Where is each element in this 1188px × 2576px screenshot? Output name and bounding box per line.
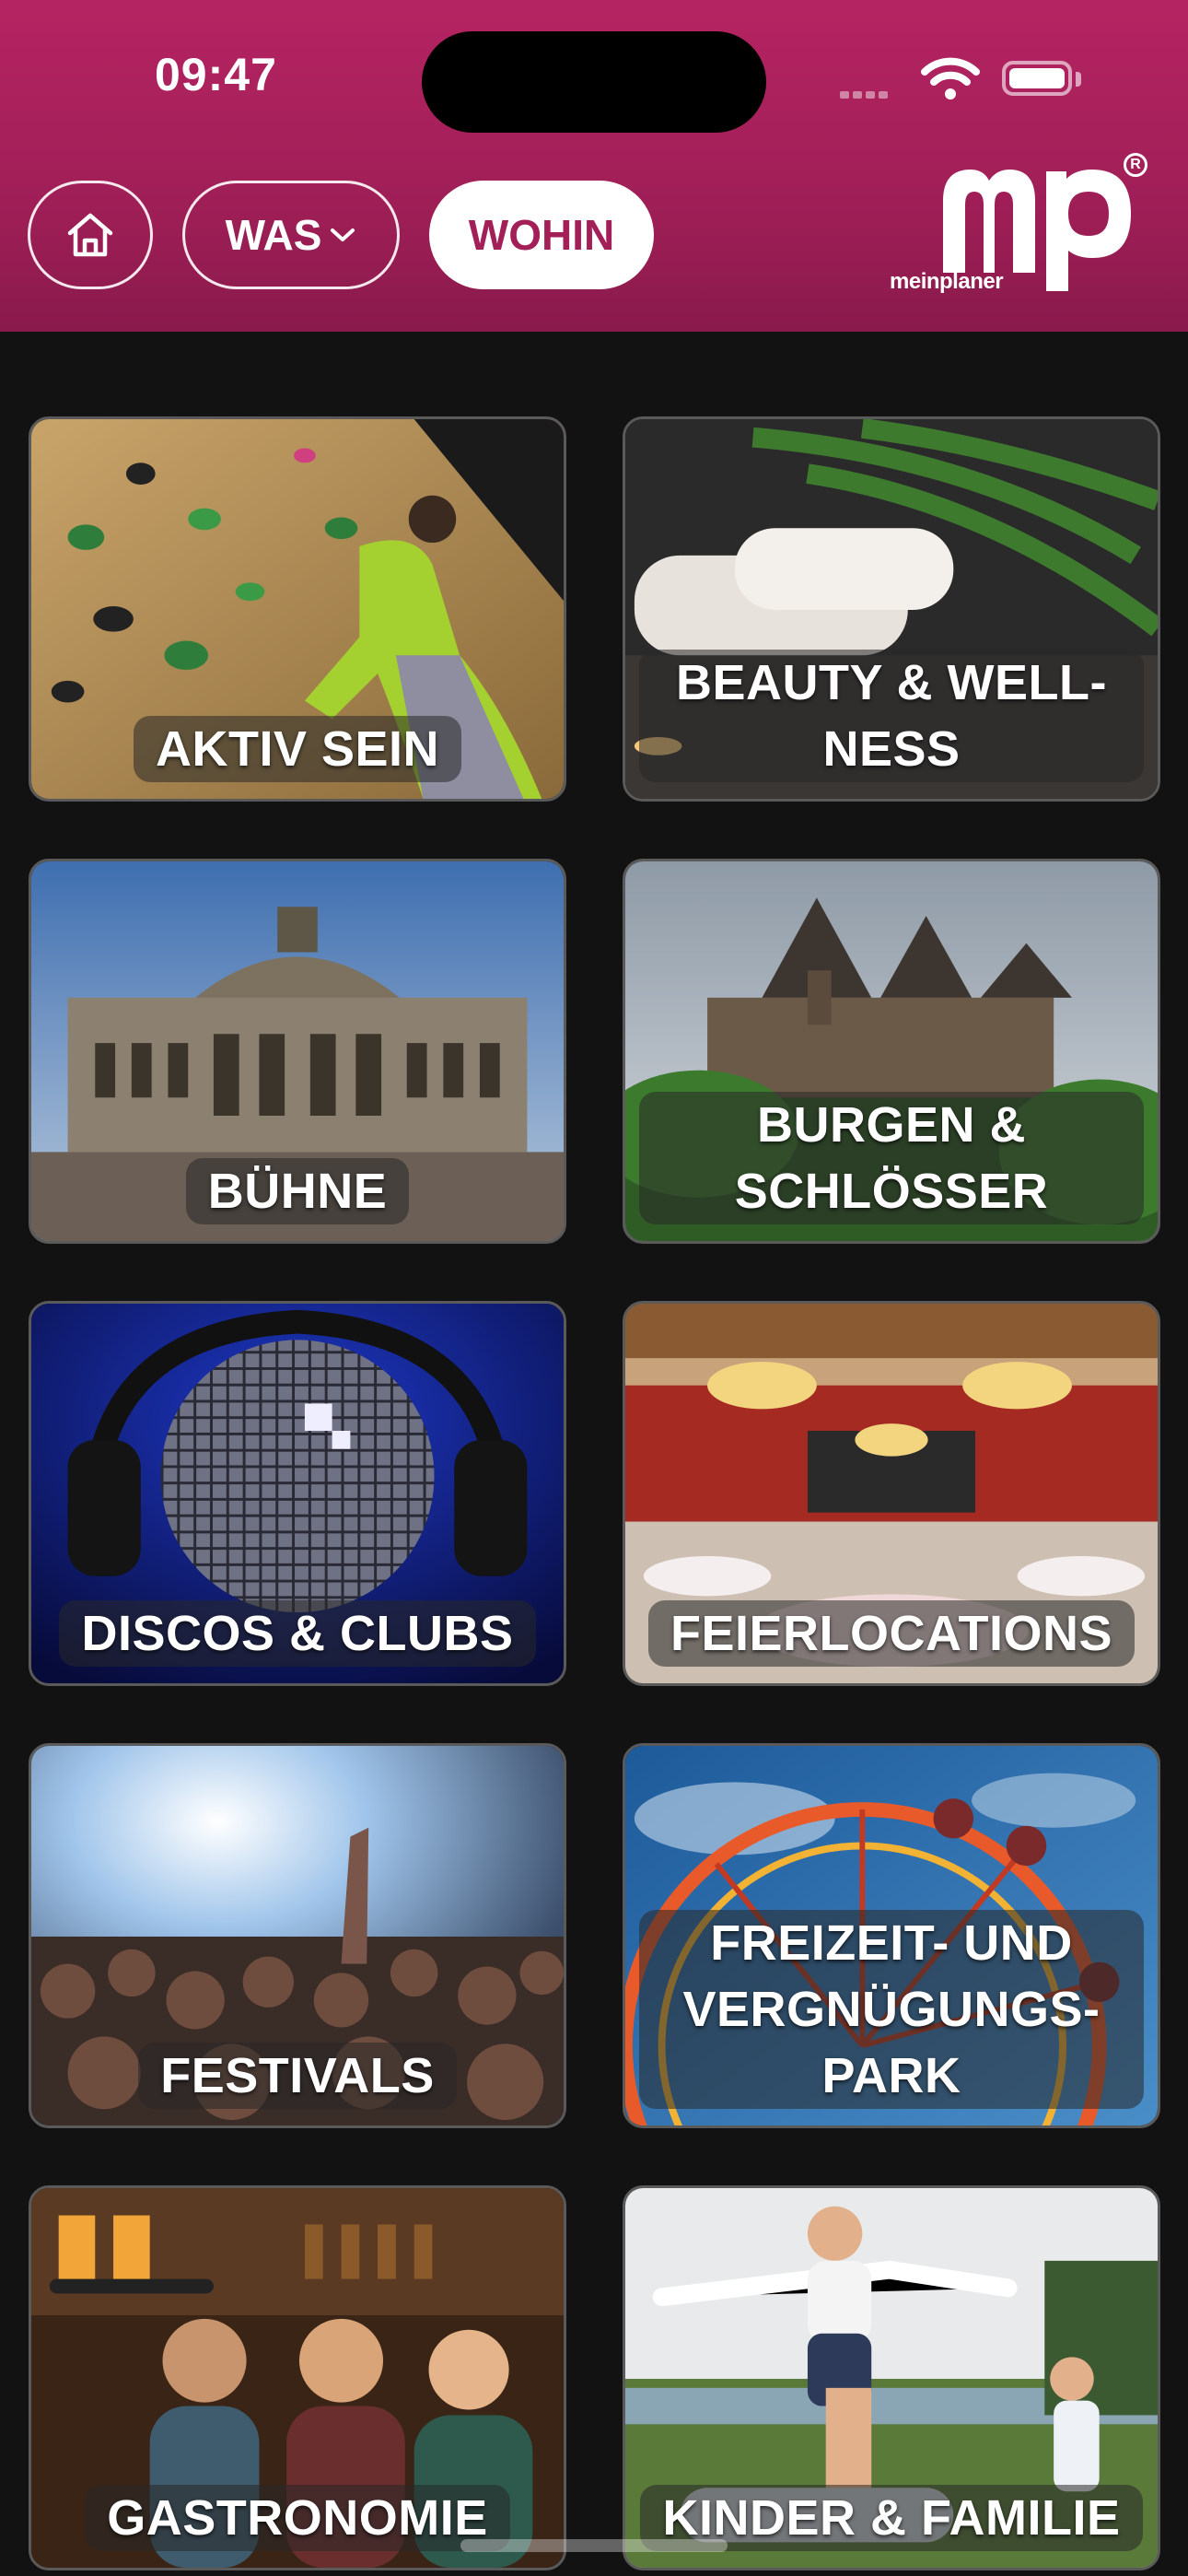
- wifi-icon: [921, 57, 980, 100]
- category-tile-feierlocations[interactable]: FEIERLOCATIONS: [623, 1301, 1160, 1686]
- battery-tip: [1076, 72, 1081, 87]
- category-tile-beauty-wellness[interactable]: BEAUTY & WELL-NESS: [623, 416, 1160, 802]
- category-tile-gastronomie[interactable]: GASTRONOMIE: [29, 2185, 566, 2570]
- home-button[interactable]: [28, 181, 153, 289]
- home-icon: [67, 213, 113, 257]
- category-label: DISCOS & CLUBS: [59, 1600, 536, 1667]
- category-label: FREIZEIT- UND VERGNÜGUNGS-PARK: [639, 1910, 1144, 2109]
- category-label: BEAUTY & WELL-NESS: [639, 650, 1144, 782]
- category-label: AKTIV SEIN: [133, 716, 462, 782]
- meinplaner-logo[interactable]: R meinplaner: [890, 153, 1157, 300]
- home-indicator: [460, 2539, 728, 2552]
- category-label: FEIERLOCATIONS: [647, 1600, 1135, 1667]
- app-header: 09:47 WAS WOHIN R meinplaner: [0, 0, 1188, 332]
- dynamic-island: [422, 31, 766, 133]
- registered-mark: R: [1124, 153, 1147, 177]
- category-label: BÜHNE: [185, 1158, 410, 1224]
- category-tile-buehne[interactable]: BÜHNE: [29, 859, 566, 1244]
- category-tile-kinder-familie[interactable]: KINDER & FAMILIE: [623, 2185, 1160, 2570]
- category-tile-freizeitpark[interactable]: FREIZEIT- UND VERGNÜGUNGS-PARK: [623, 1743, 1160, 2128]
- battery-icon: [1002, 61, 1072, 96]
- category-label: BURGEN & SCHLÖSSER: [639, 1092, 1144, 1224]
- was-dropdown-button[interactable]: WAS: [182, 181, 400, 289]
- category-label: FESTIVALS: [138, 2043, 457, 2109]
- category-grid: AKTIV SEIN BEAUTY & WELL-NESS BÜHNE BURG…: [0, 332, 1188, 2576]
- category-tile-festivals[interactable]: FESTIVALS: [29, 1743, 566, 2128]
- status-icons: [840, 53, 1089, 109]
- category-tile-burgen-schloesser[interactable]: BURGEN & SCHLÖSSER: [623, 859, 1160, 1244]
- chevron-down-icon: [331, 228, 355, 241]
- category-tile-discos-clubs[interactable]: DISCOS & CLUBS: [29, 1301, 566, 1686]
- logo-wordmark: meinplaner: [890, 269, 1004, 294]
- cellular-signal-icon: [840, 87, 891, 103]
- status-time: 09:47: [155, 49, 277, 100]
- was-label: WAS: [225, 211, 322, 259]
- category-tile-aktiv-sein[interactable]: AKTIV SEIN: [29, 416, 566, 802]
- wohin-tab-button[interactable]: WOHIN: [429, 181, 654, 289]
- category-label: GASTRONOMIE: [85, 2485, 510, 2551]
